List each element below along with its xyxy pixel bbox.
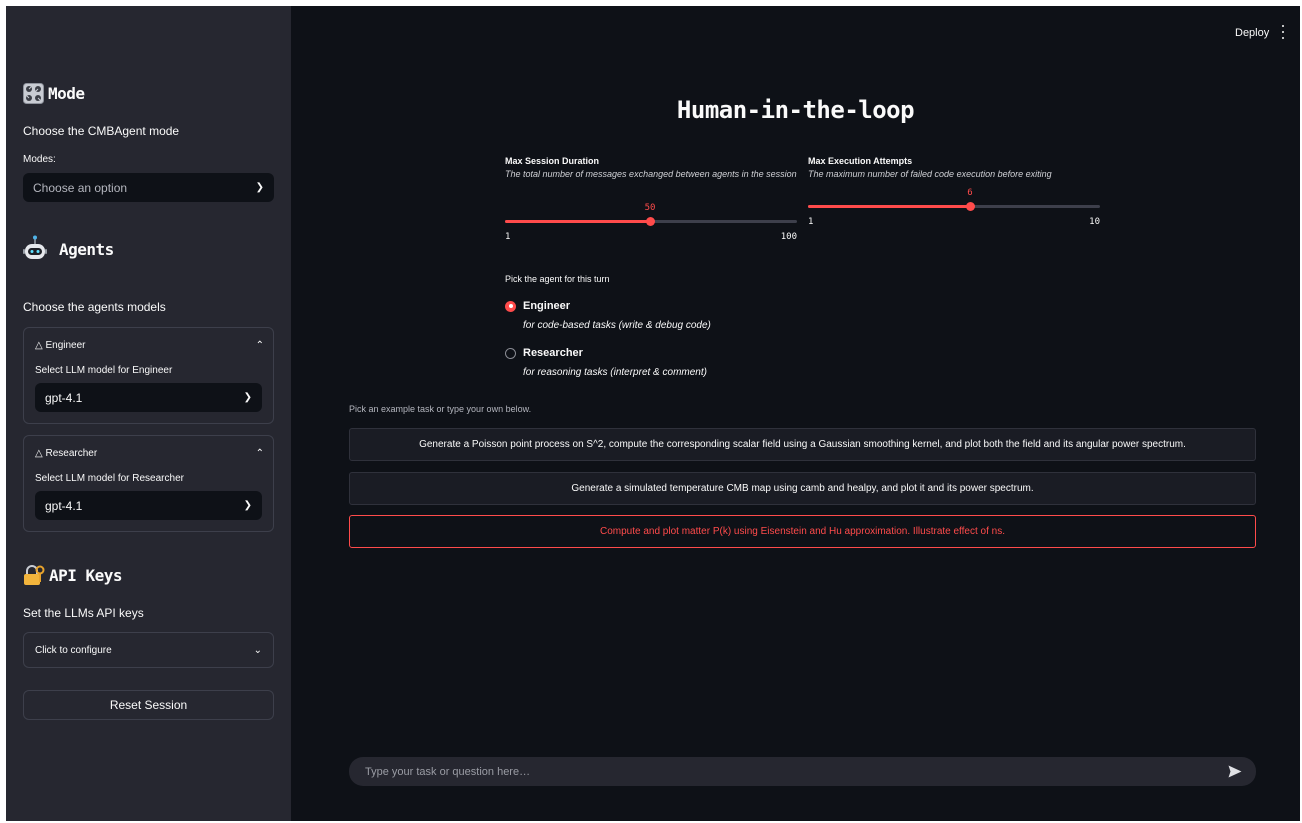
max-exec-value: 6 xyxy=(967,188,973,198)
slider-fill xyxy=(505,220,650,223)
max-session-max: 100 xyxy=(780,232,797,242)
modes-select[interactable]: Choose an option ❯ xyxy=(23,173,274,202)
radio-researcher-title: Researcher xyxy=(523,347,583,359)
api-keys-heading-row: API Keys xyxy=(23,564,123,586)
engineer-expander-title-row: △ Engineer xyxy=(35,340,86,351)
mode-heading-row: Mode xyxy=(23,83,85,104)
chat-input-bar xyxy=(349,757,1256,786)
examples-caption: Pick an example task or type your own be… xyxy=(349,404,532,414)
slider-thumb[interactable] xyxy=(646,217,655,226)
radio-engineer-title: Engineer xyxy=(523,300,571,312)
kebab-menu-icon[interactable] xyxy=(1279,25,1287,39)
example-task-button-1[interactable]: Generate a Poisson point process on S^2,… xyxy=(349,428,1256,461)
radio-engineer[interactable]: Engineer xyxy=(505,300,570,312)
max-session-min: 1 xyxy=(505,232,511,242)
chevron-up-icon: ⌃ xyxy=(255,448,264,459)
max-session-help: The total number of messages exchanged b… xyxy=(505,169,797,179)
agents-heading: Agents xyxy=(59,239,114,259)
deploy-button[interactable]: Deploy xyxy=(1235,27,1269,39)
modes-select-placeholder: Choose an option xyxy=(33,180,128,195)
chevron-down-icon: ❯ xyxy=(255,182,264,193)
researcher-expander: △ Researcher ⌃ Select LLM model for Rese… xyxy=(23,435,274,532)
researcher-expander-title-row: △ Researcher xyxy=(35,448,97,459)
researcher-expander-title: Researcher xyxy=(45,448,98,459)
radio-selected-icon[interactable] xyxy=(505,300,516,312)
max-exec-max: 10 xyxy=(1089,217,1100,227)
slider-fill xyxy=(808,205,970,208)
radio-unselected-icon[interactable] xyxy=(505,347,516,359)
engineer-expander: △ Engineer ⌃ Select LLM model for Engine… xyxy=(23,327,274,424)
main-area: Deploy Human-in-the-loop Max Session Dur… xyxy=(291,6,1300,821)
engineer-model-value: gpt-4.1 xyxy=(45,390,83,405)
mode-heading: Mode xyxy=(48,84,85,103)
robot-icon xyxy=(23,235,47,259)
expander-toggle-icon: △ xyxy=(35,448,43,459)
lock-key-icon xyxy=(24,565,45,585)
max-session-slider[interactable]: 50 xyxy=(505,203,797,226)
chat-input[interactable] xyxy=(363,764,1227,779)
chevron-down-icon: ❯ xyxy=(243,500,252,511)
example-task-button-2[interactable]: Generate a simulated temperature CMB map… xyxy=(349,472,1256,505)
slider-thumb[interactable] xyxy=(966,202,975,211)
engineer-model-select[interactable]: gpt-4.1 ❯ xyxy=(35,383,262,412)
api-keys-configure-label: Click to configure xyxy=(35,644,112,656)
radio-engineer-desc: for code-based tasks (write & debug code… xyxy=(523,320,711,331)
researcher-expander-header[interactable]: △ Researcher ⌃ xyxy=(35,448,264,459)
max-exec-help: The maximum number of failed code execut… xyxy=(808,169,1052,179)
max-session-slider-block: Max Session Duration The total number of… xyxy=(505,156,797,242)
engineer-expander-title: Engineer xyxy=(45,340,86,351)
engineer-model-label: Select LLM model for Engineer xyxy=(35,365,173,376)
page-title: Human-in-the-loop xyxy=(676,96,915,124)
reset-session-button[interactable]: Reset Session xyxy=(23,690,274,720)
example-task-button-3[interactable]: Compute and plot matter P(k) using Eisen… xyxy=(349,515,1256,548)
researcher-model-value: gpt-4.1 xyxy=(45,498,83,513)
api-keys-expander[interactable]: Click to configure ⌄ xyxy=(23,632,274,668)
max-exec-min: 1 xyxy=(808,217,814,227)
control-knobs-icon xyxy=(23,83,44,104)
agents-heading-row: Agents xyxy=(23,235,114,263)
modes-label: Modes: xyxy=(23,154,56,165)
radio-researcher[interactable]: Researcher xyxy=(505,347,583,359)
chevron-up-icon: ⌃ xyxy=(255,340,264,351)
max-session-value: 50 xyxy=(644,203,656,213)
sidebar: Mode Choose the CMBAgent mode Modes: Cho… xyxy=(6,6,291,821)
chevron-down-icon: ❯ xyxy=(243,392,252,403)
chevron-down-icon: ⌄ xyxy=(253,644,262,656)
api-keys-heading: API Keys xyxy=(49,565,123,585)
send-arrow-icon[interactable] xyxy=(1228,765,1242,778)
mode-subtitle: Choose the CMBAgent mode xyxy=(23,124,180,138)
agents-subtitle: Choose the agents models xyxy=(23,300,166,314)
max-exec-slider-block: Max Execution Attempts The maximum numbe… xyxy=(808,156,1100,227)
app-window: Mode Choose the CMBAgent mode Modes: Cho… xyxy=(6,6,1300,821)
api-keys-subtitle: Set the LLMs API keys xyxy=(23,606,144,620)
agent-pick-label: Pick the agent for this turn xyxy=(505,274,610,284)
expander-toggle-icon: △ xyxy=(35,340,43,351)
max-exec-label: Max Execution Attempts xyxy=(808,156,913,166)
radio-researcher-desc: for reasoning tasks (interpret & comment… xyxy=(523,367,707,378)
max-exec-slider[interactable]: 6 xyxy=(808,188,1100,211)
researcher-model-select[interactable]: gpt-4.1 ❯ xyxy=(35,491,262,520)
max-session-label: Max Session Duration xyxy=(505,156,600,166)
engineer-expander-header[interactable]: △ Engineer ⌃ xyxy=(35,340,264,351)
researcher-model-label: Select LLM model for Researcher xyxy=(35,473,184,484)
